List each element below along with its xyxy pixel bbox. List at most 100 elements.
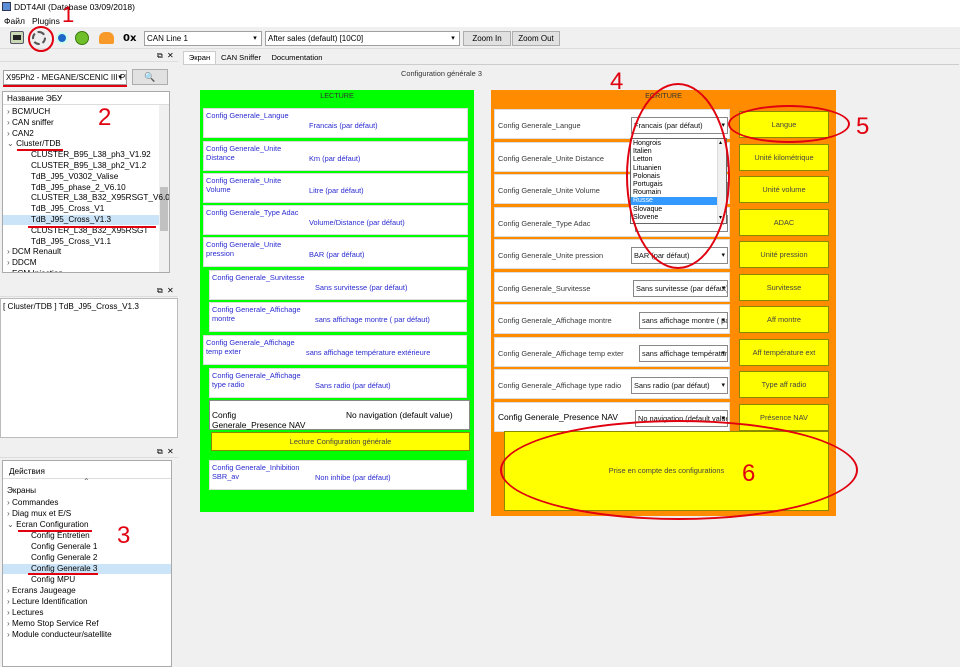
screen-item-label: Ecran Configuration <box>16 520 89 529</box>
ecu-tree-label: CAN sniffer <box>12 117 54 127</box>
screen-item[interactable]: Config Entretien <box>31 531 90 541</box>
screen-group-item[interactable]: › Lecture Identification <box>7 597 88 607</box>
menu-file[interactable]: Файл <box>4 16 25 26</box>
screen-item-label: Module conducteur/satellite <box>12 630 112 639</box>
close-icon[interactable]: ✕ <box>167 446 174 458</box>
ecriture-action-button[interactable]: Unité pression <box>739 241 829 268</box>
close-icon[interactable]: ✕ <box>167 285 174 297</box>
ecu-group-item[interactable]: › CAN sniffer <box>7 118 54 128</box>
screen-item-label: Config Entretien <box>31 531 90 540</box>
annotation-number-1: 1 <box>62 2 75 27</box>
tab-screen[interactable]: Экран <box>183 51 216 64</box>
lecture-row-label: Config Generale_Affichage temp exter <box>206 338 295 356</box>
ecriture-row-label: Config Generale_Survitesse <box>498 284 591 293</box>
ecu-file-item[interactable]: CLUSTER_B95_L38_ph2_V1.2 <box>31 161 146 171</box>
chevron-down-icon: ▾ <box>253 35 257 42</box>
ecriture-row-select[interactable]: Sans survitesse (par défaut) ▾ <box>633 280 728 297</box>
tab-documentation[interactable]: Documentation <box>269 52 325 64</box>
ecu-file-item[interactable]: CLUSTER_B95_L38_ph3_V1.92 <box>31 150 151 160</box>
ecu-group-item[interactable]: › CAN2 <box>7 129 34 139</box>
tab-bar: Экран CAN Sniffer Documentation <box>183 51 483 64</box>
lecture-row-value: sans affichage température extérieure <box>306 348 431 357</box>
ecriture-row-select-value: Sans survitesse (par défaut) <box>636 284 728 293</box>
ecu-file-item[interactable]: TdB_J95_Cross_V1.1 <box>31 237 111 247</box>
window-title: DDT4All (Database 03/09/2018) <box>14 2 135 12</box>
ecu-group-item[interactable]: › DCM Renault <box>7 247 61 257</box>
screen-group-item[interactable]: › Diag mux et E/S <box>7 509 71 519</box>
vehicle-combo[interactable]: X95Ph2 - MEGANE/SCENIC III Ph2 ▾ <box>3 70 127 85</box>
scan-ecu-button[interactable]: 🔍 <box>132 69 168 85</box>
zoom-out-button[interactable]: Zoom Out <box>512 31 560 46</box>
ecriture-row-label: Config Generale_Unite Volume <box>498 186 600 195</box>
menu-plugins[interactable]: Plugins <box>32 16 60 26</box>
lecture-row-label: Config Generale_Unite pression <box>206 240 282 258</box>
ecu-tree: Название ЭБУ › BCM/UCH › CAN sniffer › CAN… <box>2 91 170 273</box>
screen-item[interactable]: Config Generale 1 <box>31 542 97 552</box>
ecriture-row-label: Config Generale_Langue <box>498 121 581 130</box>
ecu-heart-icon[interactable] <box>99 32 114 44</box>
ecriture-action-button[interactable]: ADAC <box>739 209 829 236</box>
ecu-file-item[interactable]: TdB_J95_phase_2_V6.10 <box>31 183 126 193</box>
refresh-icon[interactable] <box>75 31 89 45</box>
ecriture-row-label: Config Generale_Affichage temp exter <box>498 349 624 358</box>
actions-header: Действия <box>9 467 45 476</box>
screen-group-item[interactable]: ⌄ Ecran Configuration <box>7 520 89 530</box>
car-scan-icon[interactable] <box>10 31 24 44</box>
ecu-file-item[interactable]: TdB_J95_V0302_Valise <box>31 172 118 182</box>
lecture-row: Config Generale_Survitesse Sans survitess… <box>209 270 467 300</box>
ecu-group-item[interactable]: › ECM Injection <box>7 269 63 272</box>
ecu-group-item[interactable]: ⌄ Cluster/TDB <box>7 139 61 149</box>
screen-group-item[interactable]: › Module conducteur/satellite <box>7 630 112 640</box>
ecriture-action-button[interactable]: Unité volume <box>739 176 829 203</box>
ecriture-action-button[interactable]: Unité kilométrique <box>739 144 829 171</box>
can-line-combo[interactable]: CAN Line 1 ▾ <box>144 31 262 46</box>
chevron-down-icon[interactable]: ⌄ <box>7 139 16 148</box>
hex-0x-icon[interactable]: 0x <box>123 33 137 45</box>
lecture-header: LECTURE <box>320 91 354 100</box>
read-config-button[interactable]: Lecture Configuration générale <box>211 432 470 451</box>
app-icon <box>2 2 11 11</box>
screen-group-item[interactable]: › Lectures <box>7 608 43 618</box>
chevron-down-icon: ▾ <box>721 382 725 389</box>
zoom-in-button[interactable]: Zoom In <box>463 31 511 46</box>
disconnect-icon[interactable] <box>56 32 68 44</box>
chevron-down-icon[interactable]: ⌄ <box>7 520 16 529</box>
screen-item[interactable]: Config Generale 2 <box>31 553 97 563</box>
ecu-tree-label: TdB_J95_V0302_Valise <box>31 171 119 181</box>
ecriture-action-button[interactable]: Type aff radio <box>739 371 829 398</box>
lecture-row: Config Generale_Unite Distance Km (par dé… <box>203 141 468 171</box>
screen-group-item[interactable]: › Ecrans Jaugeage <box>7 586 76 596</box>
ecu-file-item[interactable]: TdB_J95_Cross_V1.3 <box>3 215 159 225</box>
ecu-group-item[interactable]: › DDCM <box>7 258 37 268</box>
ecriture-action-button[interactable]: Aff montre <box>739 306 829 333</box>
ecu-file-item[interactable]: TdB_J95_Cross_V1 <box>31 204 104 214</box>
float-icon[interactable]: ⧉ <box>157 446 163 458</box>
ecu-group-item[interactable]: › BCM/UCH <box>7 107 50 117</box>
session-combo[interactable]: After sales (default) [10C0] ▾ <box>265 31 460 46</box>
ecriture-row-select[interactable]: Sans radio (par défaut) ▾ <box>631 377 728 394</box>
screen-item-label: Lectures <box>12 608 44 617</box>
ecriture-row-select-value: sans affichage température <box>642 349 728 358</box>
screens-label: Экраны <box>7 486 36 495</box>
ecriture-row: Config Generale_Survitesse Sans survitess… <box>494 272 730 302</box>
tab-can-sniffer[interactable]: CAN Sniffer <box>218 52 264 64</box>
screen-group-item[interactable]: › Commandes <box>7 498 58 508</box>
float-icon[interactable]: ⧉ <box>157 285 163 297</box>
chevron-up-icon: ⌃ <box>83 477 90 486</box>
screen-group-item[interactable]: › Memo Stop Service Ref <box>7 619 98 629</box>
ecriture-row-select-value: Sans radio (par défaut) <box>634 381 710 390</box>
close-icon[interactable]: ✕ <box>167 50 174 62</box>
annotation-underline-cluster <box>17 149 63 151</box>
ecu-file-item[interactable]: CLUSTER_L38_B32_X95RSGT_V6.0 <box>31 193 170 203</box>
ecriture-action-button[interactable]: Survitesse <box>739 274 829 301</box>
ecriture-row-select[interactable]: sans affichage montre ( par défaut)▾ <box>639 312 728 329</box>
screen-item[interactable]: Config MPU <box>31 575 75 585</box>
screen-item-label: Lecture Identification <box>12 597 88 606</box>
ecriture-action-button[interactable]: Aff température ext <box>739 339 829 366</box>
ecriture-row-select[interactable]: sans affichage température ▾ <box>639 345 728 362</box>
float-icon[interactable]: ⧉ <box>157 50 163 62</box>
lecture-row-value: Sans survitesse (par défaut) <box>315 283 408 292</box>
ecu-tree-label: CLUSTER_L38_B32_X95RSGT_V6.0 <box>31 193 170 203</box>
title-bar: DDT4All (Database 03/09/2018) <box>0 0 960 14</box>
ecu-tree-scrollbar[interactable] <box>159 105 169 272</box>
